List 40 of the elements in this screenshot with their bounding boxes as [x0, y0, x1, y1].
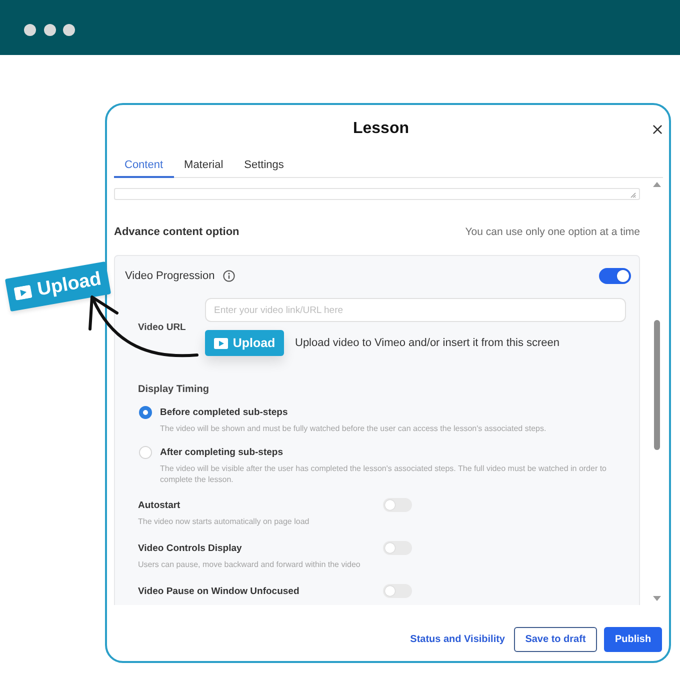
- scrollbar-thumb[interactable]: [654, 320, 660, 450]
- setting-title: Video Pause on Window Unfocused: [138, 584, 300, 598]
- tab[interactable]: Material: [174, 153, 234, 178]
- setting-title: Autostart: [138, 498, 180, 512]
- group-label: Display Timing: [137, 384, 210, 396]
- link[interactable]: Status and Visibility: [408, 627, 507, 652]
- scroll-up-icon[interactable]: [653, 182, 661, 187]
- close-icon[interactable]: [653, 124, 662, 134]
- secondary-button[interactable]: Save to draft: [514, 627, 597, 652]
- dialog-title: Lesson: [352, 120, 409, 138]
- setting-description: The video now starts automatically on page load: [138, 516, 310, 527]
- window-dot-icon: [44, 24, 56, 36]
- play-icon: [14, 284, 33, 300]
- window-dot-icon: [63, 24, 75, 36]
- tab[interactable]: Content: [114, 153, 174, 178]
- toggle-switch[interactable]: [599, 268, 631, 284]
- callout-label: Upload: [36, 268, 103, 301]
- tab[interactable]: Settings: [234, 153, 294, 178]
- field-label: Video URL: [138, 322, 187, 332]
- scroll-down-icon[interactable]: [653, 596, 661, 601]
- upload-hint: Upload video to Vimeo and/or insert it from this screen: [295, 337, 560, 349]
- section-title: Video Progression: [125, 270, 215, 282]
- setting-description: Users can pause, move backward and forward within the video: [138, 559, 360, 570]
- play-icon: [214, 338, 228, 348]
- url-input[interactable]: Enter your video link/URL here: [205, 298, 626, 322]
- radio-button[interactable]: [139, 406, 152, 419]
- setting-title: Video Controls Display: [138, 542, 242, 554]
- hint-text: You can use only one option at a time: [465, 226, 640, 238]
- option-description: The video will be shown and must be fully watched before the user can access the lesson's associated steps.: [160, 423, 548, 434]
- section-heading: Advance content option: [114, 226, 240, 238]
- option-description: The video will be visible after the user has completed the lesson's associated steps. The full video must be watched in order to complete the lesson.: [160, 463, 608, 485]
- option-title: After completing sub-steps: [160, 446, 284, 459]
- window-dot-icon: [24, 24, 36, 36]
- toggle-switch[interactable]: [383, 584, 412, 598]
- toggle-switch[interactable]: [383, 498, 412, 512]
- resize-grip-icon[interactable]: [630, 192, 636, 198]
- info-icon: [222, 270, 235, 282]
- toggle-switch[interactable]: [383, 541, 412, 555]
- option-title: Before completed sub-steps: [160, 406, 289, 419]
- primary-button[interactable]: Publish: [604, 627, 662, 652]
